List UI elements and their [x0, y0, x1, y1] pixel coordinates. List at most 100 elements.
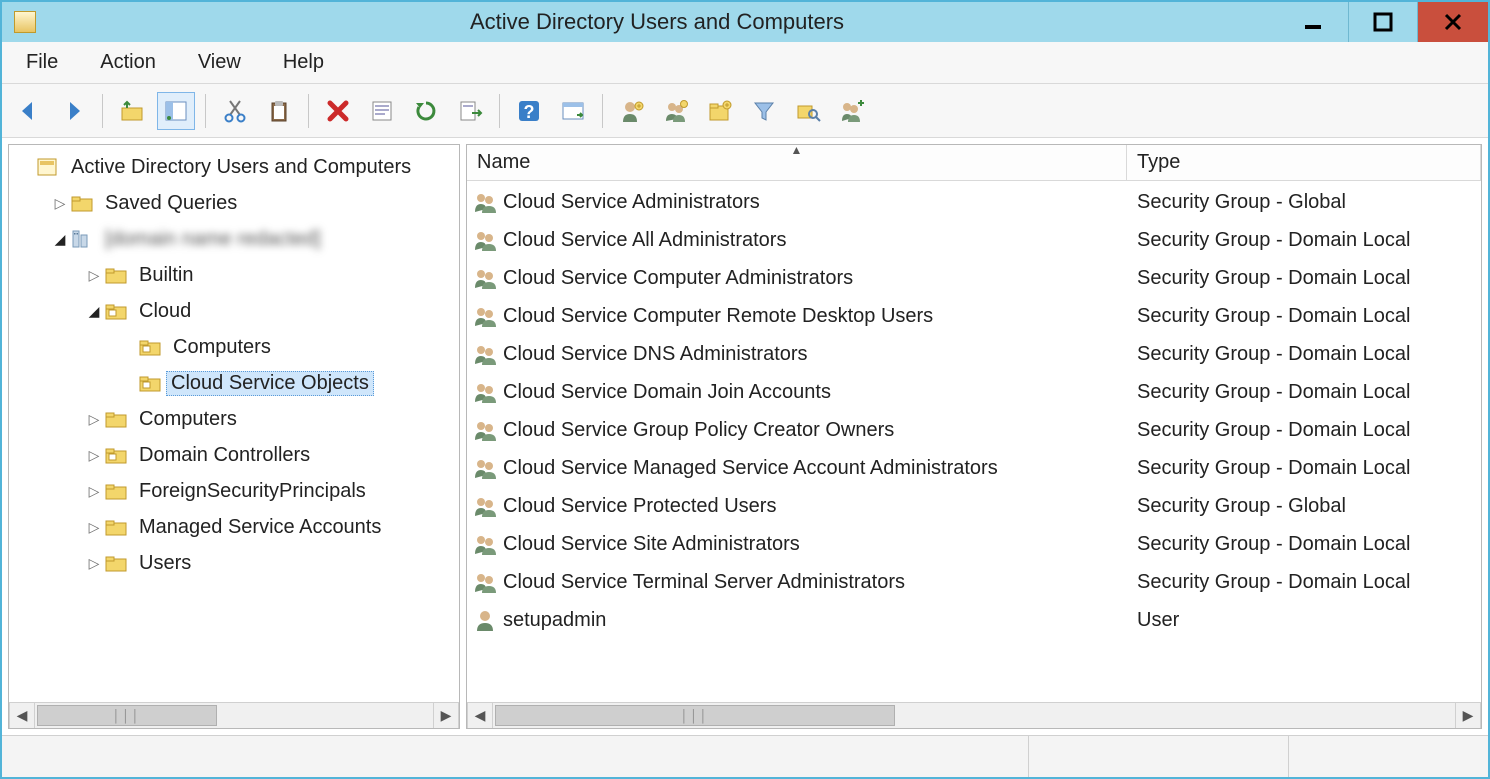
expander-open-icon[interactable]: ◢ — [85, 303, 103, 320]
menu-action[interactable]: Action — [86, 47, 170, 78]
toolbar-filter-button[interactable] — [745, 92, 783, 130]
sort-indicator-icon: ▲ — [791, 143, 803, 157]
toolbar-add-users-button[interactable] — [833, 92, 871, 130]
list-row[interactable]: Cloud Service Computer Remote Desktop Us… — [467, 297, 1481, 335]
expander-closed-icon[interactable]: ▷ — [85, 555, 103, 572]
toolbar-forward-arrow-button[interactable] — [54, 92, 92, 130]
row-type-label: Security Group - Domain Local — [1137, 533, 1410, 555]
toolbar-properties-button[interactable] — [363, 92, 401, 130]
expander-closed-icon[interactable]: ▷ — [85, 519, 103, 536]
tree-item-label: Computers — [171, 335, 273, 360]
list-row[interactable]: setupadminUser — [467, 601, 1481, 639]
list-row[interactable]: Cloud Service Computer AdministratorsSec… — [467, 259, 1481, 297]
toolbar-separator — [205, 94, 206, 128]
close-button[interactable] — [1418, 2, 1488, 42]
list-row[interactable]: Cloud Service Protected UsersSecurity Gr… — [467, 487, 1481, 525]
toolbar-export-button[interactable] — [451, 92, 489, 130]
toolbar-refresh-button[interactable] — [407, 92, 445, 130]
toolbar-add-group-button[interactable] — [657, 92, 695, 130]
export-icon — [457, 98, 483, 124]
scroll-left-button[interactable]: ◀ — [467, 703, 493, 728]
tree-item[interactable]: ▷Domain Controllers — [11, 437, 457, 473]
app-icon — [14, 11, 36, 33]
main-area: Active Directory Users and Computers▷Sav… — [2, 138, 1488, 735]
list-rows[interactable]: Cloud Service AdministratorsSecurity Gro… — [467, 181, 1481, 641]
list-row[interactable]: Cloud Service DNS AdministratorsSecurity… — [467, 335, 1481, 373]
scroll-track[interactable]: │││ — [493, 703, 1455, 728]
cell-name: Cloud Service Computer Remote Desktop Us… — [467, 305, 1127, 328]
toolbar-add-ou-button[interactable] — [701, 92, 739, 130]
scroll-left-button[interactable]: ◀ — [9, 703, 35, 728]
column-header-name[interactable]: Name ▲ — [467, 145, 1127, 180]
maximize-button[interactable] — [1348, 2, 1418, 42]
tree-item-label: [domain name redacted] — [103, 227, 323, 252]
cell-type: Security Group - Domain Local — [1127, 457, 1481, 480]
column-header-type[interactable]: Type — [1127, 145, 1481, 180]
row-name-label: Cloud Service Protected Users — [503, 495, 776, 518]
toolbar-properties-pane-button[interactable] — [157, 92, 195, 130]
toolbar-paste-button[interactable] — [260, 92, 298, 130]
list-row[interactable]: Cloud Service Domain Join AccountsSecuri… — [467, 373, 1481, 411]
tree-hscroll[interactable]: ◀ │││ ▶ — [9, 702, 459, 728]
list-row[interactable]: Cloud Service AdministratorsSecurity Gro… — [467, 183, 1481, 221]
list-row[interactable]: Cloud Service Managed Service Account Ad… — [467, 449, 1481, 487]
scroll-right-button[interactable]: ▶ — [433, 703, 459, 728]
expander-closed-icon[interactable]: ▷ — [85, 483, 103, 500]
tree-item[interactable]: Active Directory Users and Computers — [11, 149, 457, 185]
tree[interactable]: Active Directory Users and Computers▷Sav… — [9, 145, 459, 585]
scroll-track[interactable]: │││ — [35, 703, 433, 728]
menu-file[interactable]: File — [12, 47, 72, 78]
tree-item[interactable]: ▷ForeignSecurityPrincipals — [11, 473, 457, 509]
tree-item[interactable]: ▷Saved Queries — [11, 185, 457, 221]
toolbar-run-button[interactable] — [554, 92, 592, 130]
tree-item[interactable]: ◢Cloud — [11, 293, 457, 329]
toolbar-add-user-button[interactable] — [613, 92, 651, 130]
expander-closed-icon[interactable]: ▷ — [51, 195, 69, 212]
tree-item-label: Builtin — [137, 263, 195, 288]
tree-item[interactable]: Computers — [11, 329, 457, 365]
scroll-right-button[interactable]: ▶ — [1455, 703, 1481, 728]
close-icon — [1442, 11, 1464, 33]
tree-item[interactable]: Cloud Service Objects — [11, 365, 457, 401]
titlebar[interactable]: Active Directory Users and Computers — [2, 2, 1488, 42]
expander-closed-icon[interactable]: ▷ — [85, 447, 103, 464]
cell-type: Security Group - Domain Local — [1127, 533, 1481, 556]
minimize-button[interactable] — [1278, 2, 1348, 42]
row-type-label: Security Group - Domain Local — [1137, 305, 1410, 327]
menu-help[interactable]: Help — [269, 47, 338, 78]
toolbar-up-folder-button[interactable] — [113, 92, 151, 130]
tree-item[interactable]: ▷Computers — [11, 401, 457, 437]
list-row[interactable]: Cloud Service All AdministratorsSecurity… — [467, 221, 1481, 259]
paste-icon — [266, 98, 292, 124]
expander-closed-icon[interactable]: ▷ — [85, 267, 103, 284]
help-icon: ? — [516, 98, 542, 124]
toolbar-separator — [602, 94, 603, 128]
tree-item[interactable]: ▷Managed Service Accounts — [11, 509, 457, 545]
list-hscroll[interactable]: ◀ │││ ▶ — [467, 702, 1481, 728]
tree-item[interactable]: ◢ [domain name redacted] — [11, 221, 457, 257]
scroll-thumb[interactable]: │││ — [495, 705, 895, 726]
tree-item[interactable]: ▷ Builtin — [11, 257, 457, 293]
window-controls — [1278, 2, 1488, 42]
expander-open-icon[interactable]: ◢ — [51, 231, 69, 248]
tree-item[interactable]: ▷Users — [11, 545, 457, 581]
row-name-label: Cloud Service Domain Join Accounts — [503, 381, 831, 404]
toolbar-cut-button[interactable] — [216, 92, 254, 130]
maximize-icon — [1372, 11, 1394, 33]
toolbar-delete-button[interactable] — [319, 92, 357, 130]
toolbar-help-button[interactable]: ? — [510, 92, 548, 130]
cell-name: Cloud Service Computer Administrators — [467, 267, 1127, 290]
toolbar-back-arrow-button[interactable] — [10, 92, 48, 130]
list-row[interactable]: Cloud Service Group Policy Creator Owner… — [467, 411, 1481, 449]
expander-closed-icon[interactable]: ▷ — [85, 411, 103, 428]
row-type-label: Security Group - Global — [1137, 191, 1346, 213]
menu-view[interactable]: View — [184, 47, 255, 78]
list-row[interactable]: Cloud Service Terminal Server Administra… — [467, 563, 1481, 601]
list-row[interactable]: Cloud Service Site AdministratorsSecurit… — [467, 525, 1481, 563]
folder-icon — [103, 552, 129, 574]
group-icon — [473, 571, 503, 593]
scroll-thumb[interactable]: │││ — [37, 705, 217, 726]
cell-type: Security Group - Global — [1127, 191, 1481, 214]
toolbar-separator — [308, 94, 309, 128]
toolbar-find-button[interactable] — [789, 92, 827, 130]
